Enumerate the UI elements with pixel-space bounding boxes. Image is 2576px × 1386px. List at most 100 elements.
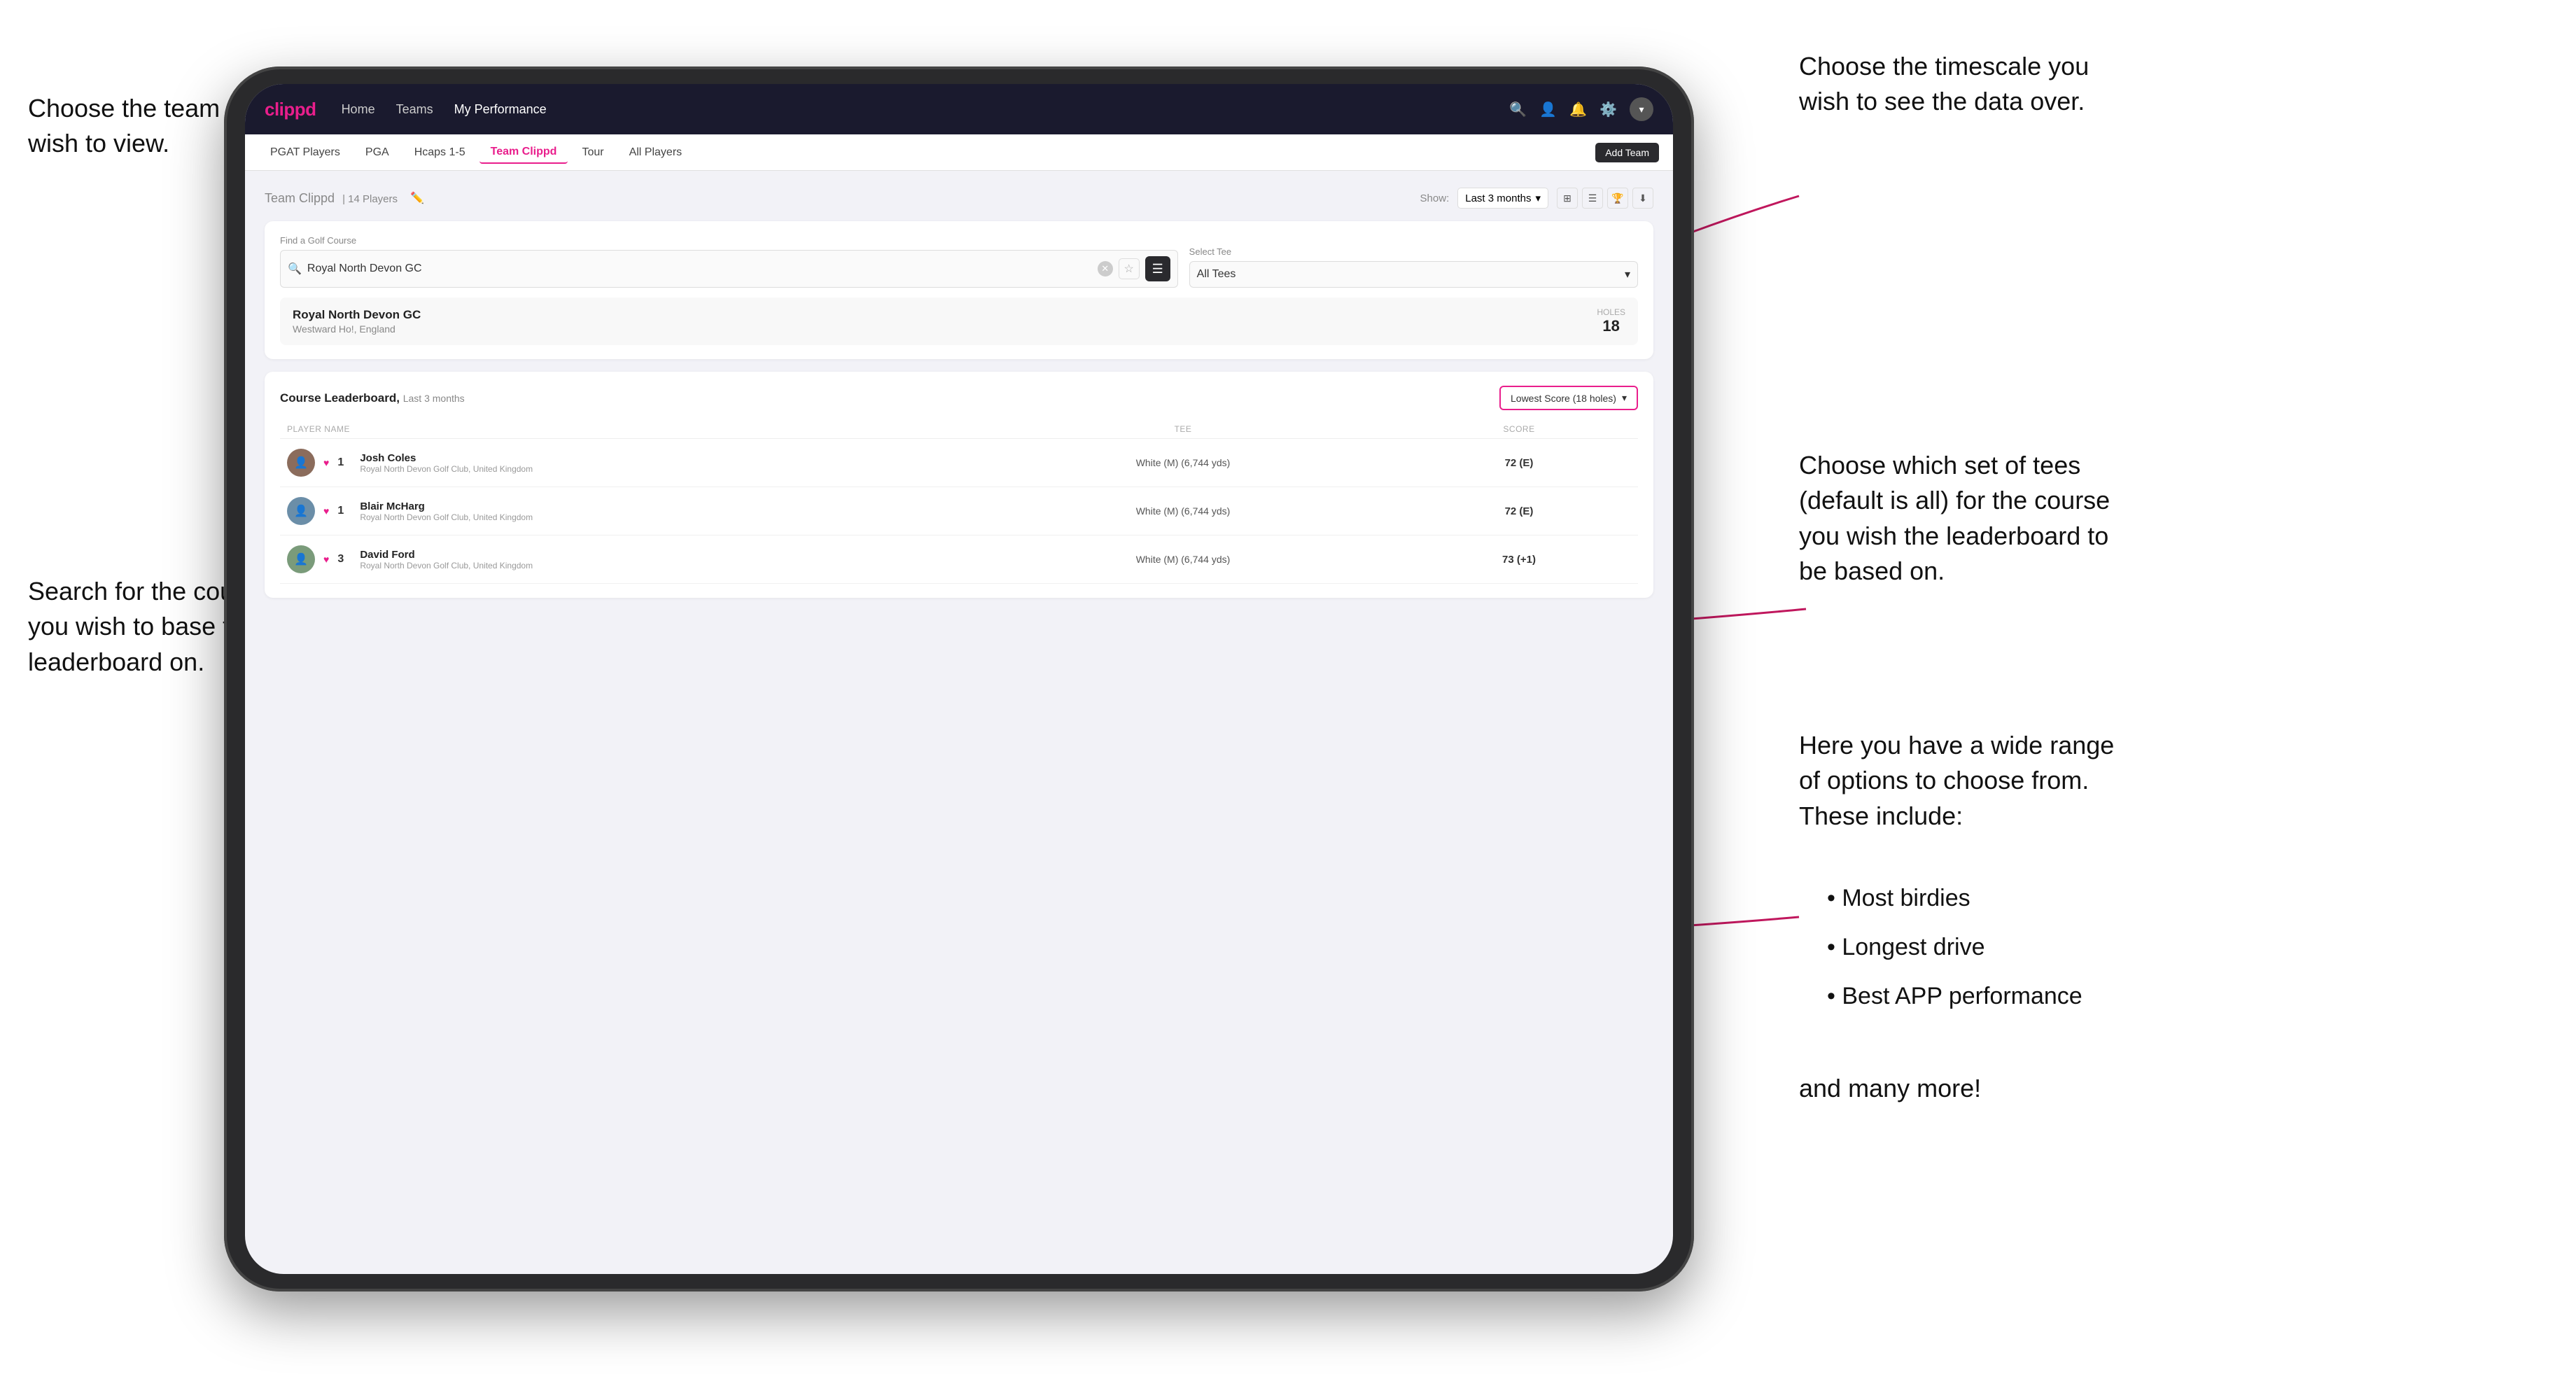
course-name: Royal North Devon GC bbox=[293, 308, 421, 322]
table-row: 👤 ♥ 1 Josh Coles Royal North Devon Golf … bbox=[280, 439, 1638, 487]
tee-dropdown[interactable]: All Tees ▾ bbox=[1189, 261, 1638, 288]
rank-number: 1 bbox=[337, 505, 351, 517]
leaderboard-table: PLAYER NAME TEE SCORE 👤 ♥ 1 Josh bbox=[280, 420, 1638, 584]
leaderboard-title: Course Leaderboard, Last 3 months bbox=[280, 391, 465, 405]
table-row: 👤 ♥ 1 Blair McHarg Royal North Devon Gol… bbox=[280, 487, 1638, 536]
score-cell: 73 (+1) bbox=[1407, 554, 1631, 566]
col-score-header: SCORE bbox=[1407, 424, 1631, 434]
course-search-card: Find a Golf Course 🔍 ✕ ☆ ☰ Select Tee bbox=[265, 221, 1653, 359]
tee-select-group: Select Tee All Tees ▾ bbox=[1189, 246, 1638, 288]
course-search-group: Find a Golf Course 🔍 ✕ ☆ ☰ bbox=[280, 235, 1178, 288]
player-cell: 👤 ♥ 1 Blair McHarg Royal North Devon Gol… bbox=[287, 497, 959, 525]
team-title: Team Clippd | 14 Players bbox=[265, 191, 398, 206]
heart-icon[interactable]: ♥ bbox=[323, 505, 329, 517]
score-cell: 72 (E) bbox=[1407, 457, 1631, 469]
favorite-button[interactable]: ☆ bbox=[1119, 258, 1140, 279]
player-cell: 👤 ♥ 3 David Ford Royal North Devon Golf … bbox=[287, 545, 959, 573]
avatar[interactable]: ▾ bbox=[1630, 97, 1653, 121]
player-name: Josh Coles bbox=[360, 452, 959, 464]
course-result: Royal North Devon GC Westward Ho!, Engla… bbox=[280, 298, 1638, 345]
chevron-down-icon: ▾ bbox=[1625, 267, 1630, 281]
heart-icon[interactable]: ♥ bbox=[323, 554, 329, 565]
tab-tour[interactable]: Tour bbox=[570, 142, 615, 163]
table-header: PLAYER NAME TEE SCORE bbox=[280, 420, 1638, 439]
app-logo: clippd bbox=[265, 99, 316, 120]
tab-team-clippd[interactable]: Team Clippd bbox=[479, 141, 568, 164]
tee-cell: White (M) (6,744 yds) bbox=[959, 554, 1407, 565]
tablet-frame: clippd Home Teams My Performance 🔍 👤 🔔 ⚙… bbox=[224, 66, 1694, 1292]
leaderboard-title-area: Course Leaderboard, Last 3 months bbox=[280, 391, 465, 405]
holes-box: Holes 18 bbox=[1597, 307, 1625, 335]
tee-cell: White (M) (6,744 yds) bbox=[959, 505, 1407, 517]
add-team-button[interactable]: Add Team bbox=[1595, 143, 1659, 162]
nav-my-performance[interactable]: My Performance bbox=[454, 102, 547, 117]
annotation-bullet1: • Most birdies bbox=[1827, 882, 1970, 916]
clear-button[interactable]: ✕ bbox=[1098, 261, 1113, 276]
course-info: Royal North Devon GC Westward Ho!, Engla… bbox=[293, 308, 421, 335]
leaderboard-card: Course Leaderboard, Last 3 months Lowest… bbox=[265, 372, 1653, 598]
profile-icon[interactable]: 👤 bbox=[1539, 101, 1557, 118]
annotation-top-right: Choose the timescale you wish to see the… bbox=[1799, 49, 2107, 120]
player-name: David Ford bbox=[360, 549, 959, 561]
tee-cell: White (M) (6,744 yds) bbox=[959, 457, 1407, 468]
player-info: Josh Coles Royal North Devon Golf Club, … bbox=[360, 452, 959, 474]
score-filter-button[interactable]: Lowest Score (18 holes) ▾ bbox=[1499, 386, 1638, 410]
player-avatar: 👤 bbox=[287, 449, 315, 477]
col-player-header: PLAYER NAME bbox=[287, 424, 959, 434]
player-info: David Ford Royal North Devon Golf Club, … bbox=[360, 549, 959, 570]
show-controls: Show: Last 3 months ▾ ⊞ ☰ 🏆 ⬇ bbox=[1420, 188, 1653, 209]
annotation-bullet2: • Longest drive bbox=[1827, 931, 1985, 965]
course-search-input[interactable] bbox=[307, 262, 1092, 275]
search-input-wrapper: 🔍 ✕ ☆ ☰ bbox=[280, 250, 1178, 288]
search-icon[interactable]: 🔍 bbox=[1509, 101, 1527, 118]
player-club: Royal North Devon Golf Club, United King… bbox=[360, 512, 959, 522]
player-name: Blair McHarg bbox=[360, 500, 959, 512]
bell-icon[interactable]: 🔔 bbox=[1569, 101, 1587, 118]
tab-hcaps[interactable]: Hcaps 1-5 bbox=[403, 142, 477, 163]
time-range-dropdown[interactable]: Last 3 months ▾ bbox=[1457, 188, 1548, 209]
view-icons: ⊞ ☰ 🏆 ⬇ bbox=[1557, 188, 1653, 209]
annotation-tees: Choose which set of tees (default is all… bbox=[1799, 448, 2135, 589]
score-cell: 72 (E) bbox=[1407, 505, 1631, 517]
show-label: Show: bbox=[1420, 192, 1450, 204]
list-view-btn[interactable]: ☰ bbox=[1582, 188, 1603, 209]
rank-number: 1 bbox=[337, 456, 351, 469]
player-info: Blair McHarg Royal North Devon Golf Club… bbox=[360, 500, 959, 522]
holes-number: 18 bbox=[1597, 317, 1625, 335]
player-cell: 👤 ♥ 1 Josh Coles Royal North Devon Golf … bbox=[287, 449, 959, 477]
leaderboard-subtitle: Last 3 months bbox=[403, 393, 465, 404]
player-club: Royal North Devon Golf Club, United King… bbox=[360, 464, 959, 474]
download-btn[interactable]: ⬇ bbox=[1632, 188, 1653, 209]
grid-view-btn[interactable]: ⊞ bbox=[1557, 188, 1578, 209]
search-icon: 🔍 bbox=[288, 262, 302, 276]
tab-all-players[interactable]: All Players bbox=[618, 142, 694, 163]
settings-icon[interactable]: ⚙️ bbox=[1600, 101, 1617, 118]
tee-label: Select Tee bbox=[1189, 246, 1638, 257]
chevron-down-icon: ▾ bbox=[1622, 392, 1627, 404]
navbar-nav: Home Teams My Performance bbox=[342, 102, 1510, 117]
player-avatar: 👤 bbox=[287, 545, 315, 573]
nav-teams[interactable]: Teams bbox=[396, 102, 433, 117]
table-row: 👤 ♥ 3 David Ford Royal North Devon Golf … bbox=[280, 536, 1638, 584]
holes-label: Holes bbox=[1597, 307, 1625, 317]
trophy-view-btn[interactable]: 🏆 bbox=[1607, 188, 1628, 209]
content-area: Team Clippd | 14 Players ✏️ Show: Last 3… bbox=[245, 171, 1673, 1274]
nav-home[interactable]: Home bbox=[342, 102, 375, 117]
edit-icon[interactable]: ✏️ bbox=[410, 191, 424, 205]
player-club: Royal North Devon Golf Club, United King… bbox=[360, 561, 959, 570]
annotation-bullet3: • Best APP performance bbox=[1827, 980, 2082, 1014]
subnav: PGAT Players PGA Hcaps 1-5 Team Clippd T… bbox=[245, 134, 1673, 171]
tab-pga[interactable]: PGA bbox=[354, 142, 400, 163]
leaderboard-header: Course Leaderboard, Last 3 months Lowest… bbox=[280, 386, 1638, 410]
annotation-options: Here you have a wide range of options to… bbox=[1799, 728, 2135, 834]
search-row: Find a Golf Course 🔍 ✕ ☆ ☰ Select Tee bbox=[280, 235, 1638, 288]
heart-icon[interactable]: ♥ bbox=[323, 457, 329, 468]
confirm-button[interactable]: ☰ bbox=[1145, 256, 1170, 281]
navbar: clippd Home Teams My Performance 🔍 👤 🔔 ⚙… bbox=[245, 84, 1673, 134]
find-label: Find a Golf Course bbox=[280, 235, 1178, 246]
rank-number: 3 bbox=[337, 553, 351, 566]
tab-pgat-players[interactable]: PGAT Players bbox=[259, 142, 351, 163]
app-wrapper: clippd Home Teams My Performance 🔍 👤 🔔 ⚙… bbox=[245, 84, 1673, 1274]
player-avatar: 👤 bbox=[287, 497, 315, 525]
annotation-and-more: and many more! bbox=[1799, 1071, 1981, 1106]
